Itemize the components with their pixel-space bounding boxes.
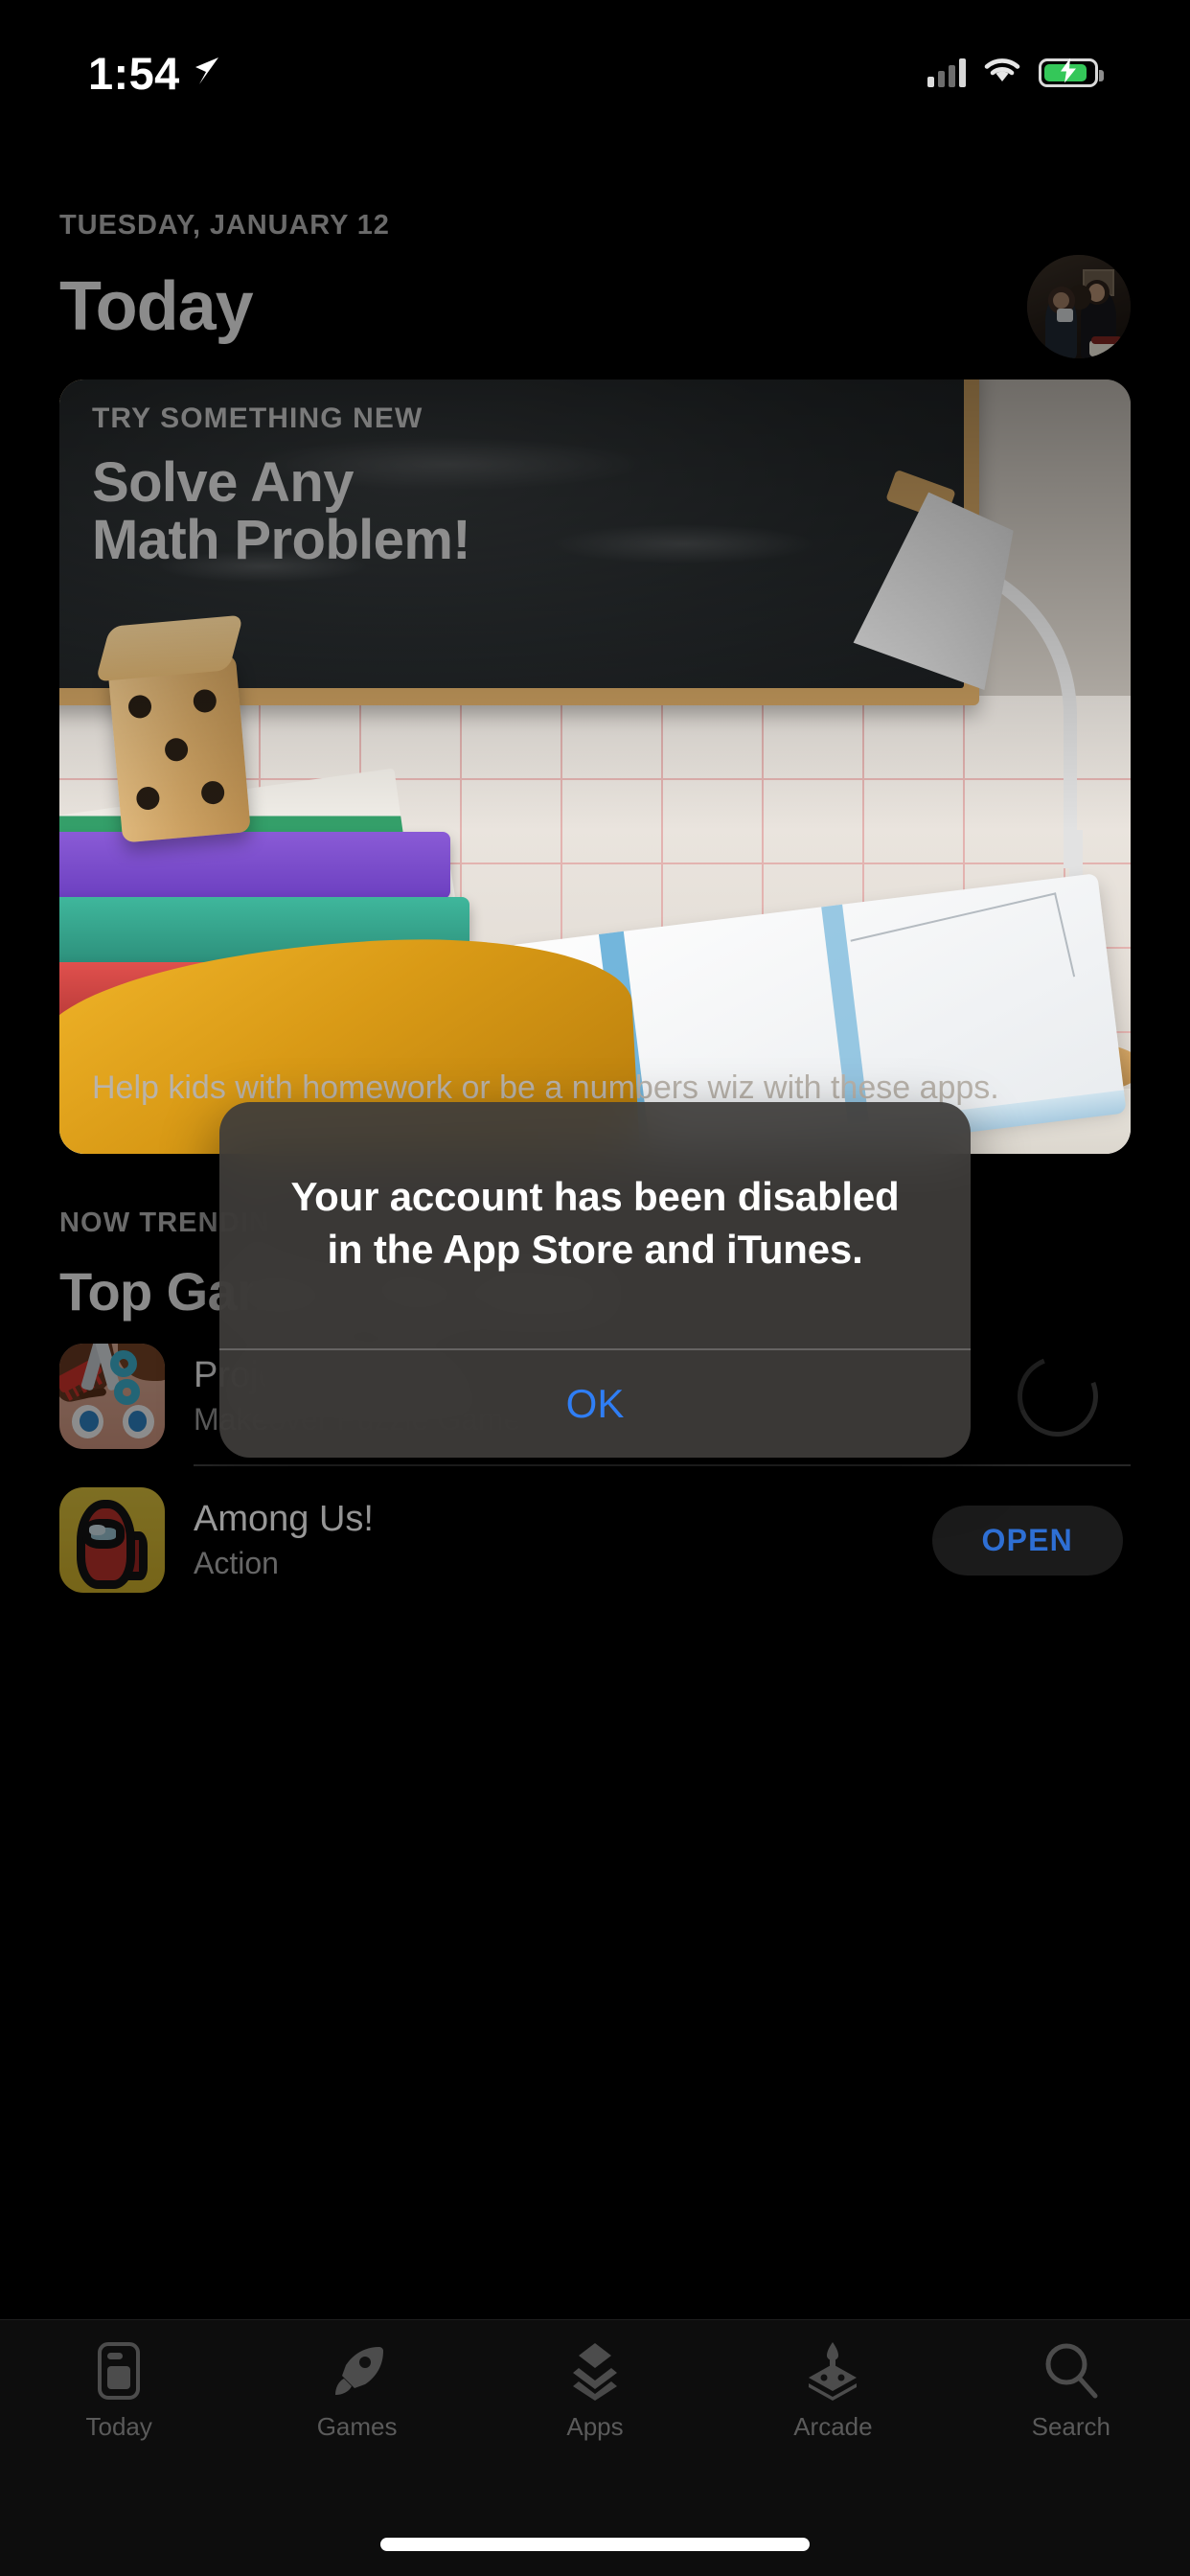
battery-charging-icon — [1039, 58, 1104, 87]
wifi-icon — [983, 57, 1021, 90]
status-bar: 1:54 — [0, 0, 1190, 126]
status-bar-left: 1:54 — [88, 28, 222, 100]
status-bar-right — [927, 57, 1104, 90]
location-arrow-icon — [194, 56, 222, 91]
cellular-bars-icon — [927, 58, 966, 87]
alert-message: Your account has been disabled in the Ap… — [290, 1174, 900, 1272]
alert-dialog: Your account has been disabled in the Ap… — [219, 1102, 971, 1458]
alert-ok-button[interactable]: OK — [219, 1350, 971, 1458]
status-bar-clock: 1:54 — [88, 47, 180, 99]
